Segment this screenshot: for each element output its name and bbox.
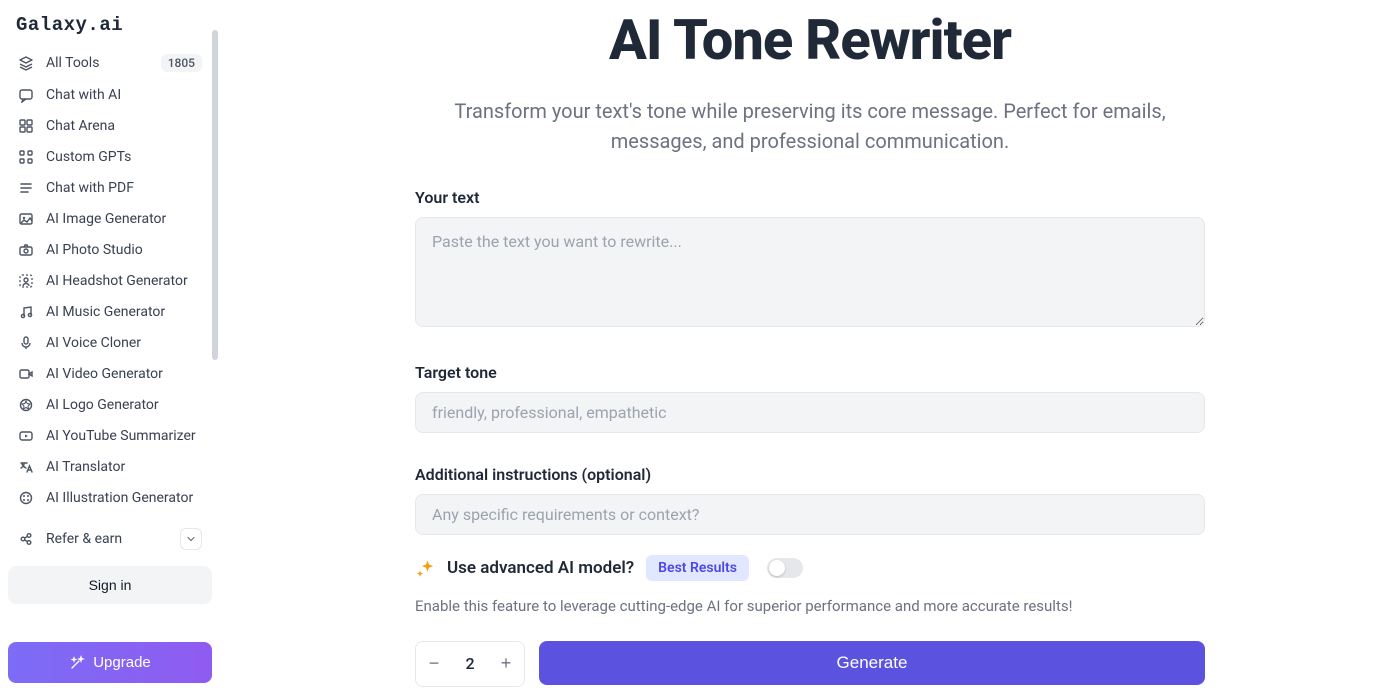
upgrade-button[interactable]: Upgrade	[8, 642, 212, 683]
page-subtitle: Transform your text's tone while preserv…	[415, 96, 1205, 156]
brand-logo[interactable]: Galaxy.ai	[8, 8, 212, 46]
image-icon	[18, 211, 34, 227]
camera-icon	[18, 242, 34, 258]
sidebar-item-label: AI Music Generator	[46, 304, 202, 320]
mic-icon	[18, 335, 34, 351]
sidebar-item-label: AI Headshot Generator	[46, 273, 202, 289]
sparkle-icon	[415, 558, 435, 578]
sign-in-button[interactable]: Sign in	[8, 566, 212, 604]
advanced-model-label: Use advanced AI model?	[447, 558, 634, 578]
advanced-model-description: Enable this feature to leverage cutting-…	[415, 597, 1205, 615]
page-title: AI Tone Rewriter	[415, 10, 1205, 72]
refer-and-earn[interactable]: Refer & earn	[8, 522, 212, 556]
your-text-input[interactable]	[415, 217, 1205, 327]
headshot-icon	[18, 273, 34, 289]
sidebar-item-chat-ai[interactable]: Chat with AI	[8, 80, 212, 110]
toggle-knob	[769, 560, 785, 576]
instructions-label: Additional instructions (optional)	[415, 465, 1205, 484]
sidebar-item-image-gen[interactable]: AI Image Generator	[8, 204, 212, 234]
sidebar-item-label: AI Voice Cloner	[46, 335, 202, 351]
sidebar-item-chat-pdf[interactable]: Chat with PDF	[8, 173, 212, 203]
instructions-input[interactable]	[415, 494, 1205, 535]
sidebar-item-label: Chat with AI	[46, 87, 202, 103]
sidebar-item-label: AI YouTube Summarizer	[46, 428, 202, 444]
sidebar-scroll-thumb[interactable]	[212, 30, 218, 360]
illustration-icon	[18, 490, 34, 506]
chat-icon	[18, 87, 34, 103]
translate-icon	[18, 459, 34, 475]
sidebar-item-logo-gen[interactable]: AI Logo Generator	[8, 390, 212, 420]
sidebar: Galaxy.ai All Tools 1805 Chat with AI Ch…	[0, 0, 220, 691]
sidebar-item-music-gen[interactable]: AI Music Generator	[8, 297, 212, 327]
sidebar-item-label: AI Video Generator	[46, 366, 202, 382]
sidebar-item-voice-cloner[interactable]: AI Voice Cloner	[8, 328, 212, 358]
apps-icon	[18, 149, 34, 165]
sidebar-item-label: AI Image Generator	[46, 211, 202, 227]
refer-label: Refer & earn	[46, 531, 122, 547]
upgrade-label: Upgrade	[93, 654, 151, 671]
sidebar-item-photo-studio[interactable]: AI Photo Studio	[8, 235, 212, 265]
sidebar-item-label: AI Photo Studio	[46, 242, 202, 258]
sidebar-item-custom-gpts[interactable]: Custom GPTs	[8, 142, 212, 172]
sidebar-nav: All Tools 1805 Chat with AI Chat Arena C…	[8, 46, 212, 522]
sidebar-item-video-gen[interactable]: AI Video Generator	[8, 359, 212, 389]
sidebar-item-label: Chat Arena	[46, 118, 202, 134]
sidebar-item-illustration-gen[interactable]: AI Illustration Generator	[8, 483, 212, 513]
action-row: − 2 + Generate	[415, 641, 1205, 687]
sidebar-item-icon-gen[interactable]: AI Icon Generator	[8, 514, 212, 522]
sidebar-item-label: AI Illustration Generator	[46, 490, 202, 506]
list-icon	[18, 180, 34, 196]
sidebar-item-headshot-gen[interactable]: AI Headshot Generator	[8, 266, 212, 296]
grid-icon	[18, 118, 34, 134]
target-tone-input[interactable]	[415, 392, 1205, 433]
your-text-label: Your text	[415, 188, 1205, 207]
sidebar-item-chat-arena[interactable]: Chat Arena	[8, 111, 212, 141]
logo-icon	[18, 397, 34, 413]
sidebar-item-youtube-sum[interactable]: AI YouTube Summarizer	[8, 421, 212, 451]
quantity-value: 2	[452, 654, 488, 673]
music-icon	[18, 304, 34, 320]
share-icon	[18, 531, 34, 547]
sidebar-item-label: Custom GPTs	[46, 149, 202, 165]
wand-icon	[69, 655, 85, 671]
advanced-model-row: Use advanced AI model? Best Results	[415, 555, 1205, 581]
advanced-model-toggle[interactable]	[767, 558, 803, 578]
video-icon	[18, 366, 34, 382]
quantity-increment[interactable]: +	[488, 642, 524, 686]
sidebar-item-all-tools[interactable]: All Tools 1805	[8, 47, 212, 79]
youtube-icon	[18, 428, 34, 444]
target-tone-label: Target tone	[415, 363, 1205, 382]
generate-button[interactable]: Generate	[539, 641, 1205, 685]
sidebar-scrollbar[interactable]	[212, 30, 218, 591]
chevron-down-icon[interactable]	[180, 528, 202, 550]
sidebar-item-label: AI Translator	[46, 459, 202, 475]
sidebar-item-translator[interactable]: AI Translator	[8, 452, 212, 482]
stack-icon	[18, 55, 34, 71]
quantity-stepper: − 2 +	[415, 641, 525, 687]
quantity-decrement[interactable]: −	[416, 642, 452, 686]
best-results-badge: Best Results	[646, 555, 749, 581]
sidebar-item-label: AI Logo Generator	[46, 397, 202, 413]
sidebar-bottom: Refer & earn Sign in Upgrade	[8, 522, 212, 691]
tools-count-badge: 1805	[161, 54, 202, 72]
sidebar-item-label: Chat with PDF	[46, 180, 202, 196]
sidebar-item-label: All Tools	[46, 55, 149, 71]
main-content: AI Tone Rewriter Transform your text's t…	[220, 0, 1400, 691]
